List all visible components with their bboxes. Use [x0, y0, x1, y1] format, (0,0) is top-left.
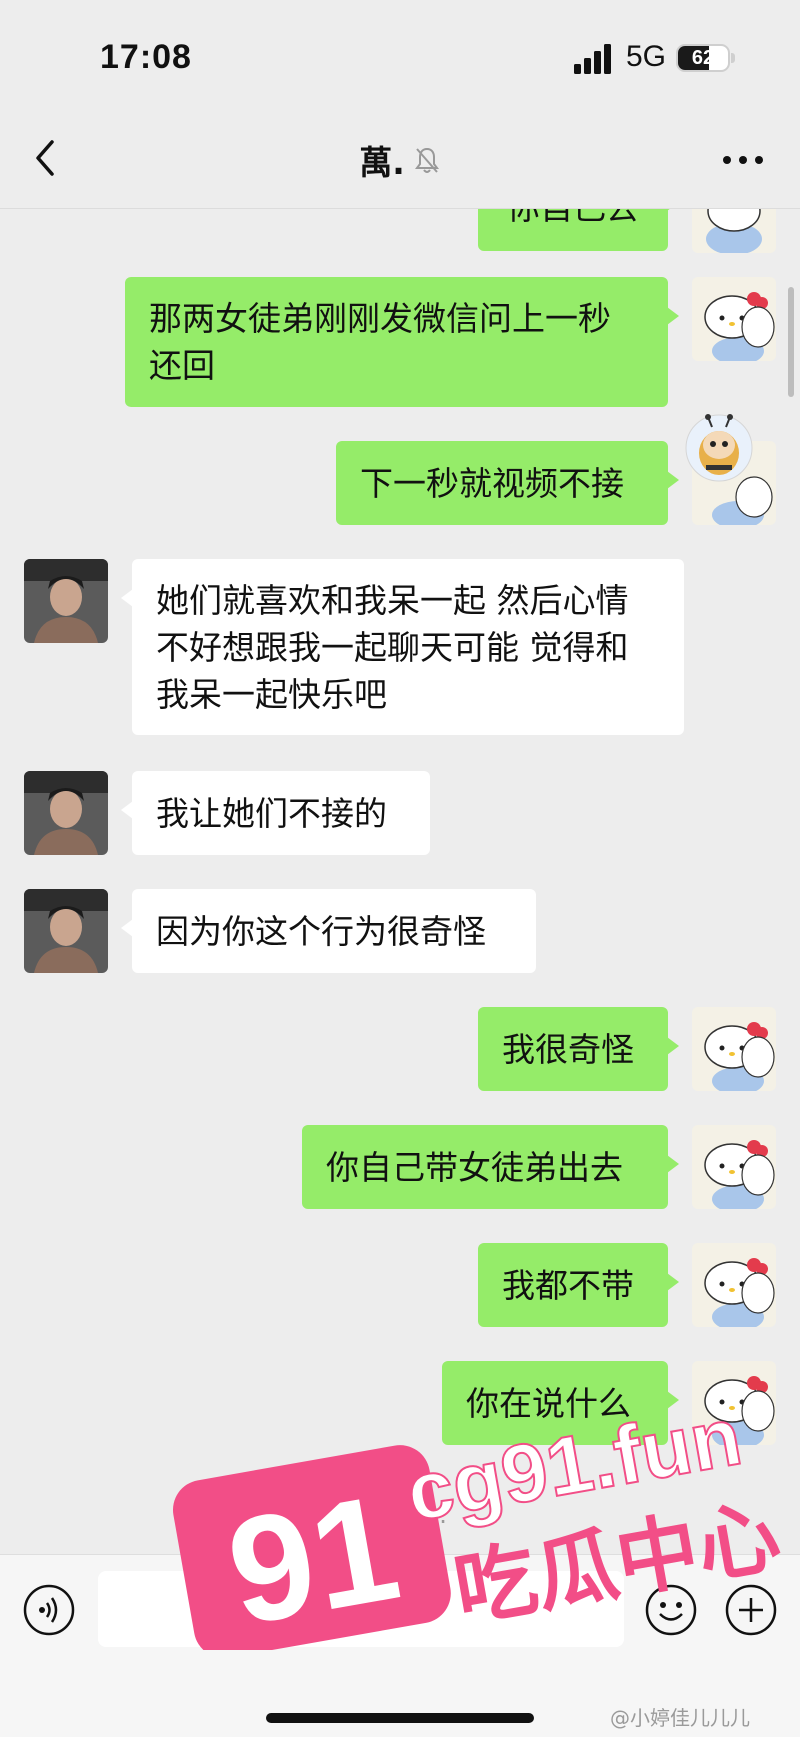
message-line: 还回: [149, 346, 215, 385]
message-bubble-outgoing[interactable]: 你自己带女徒弟出去: [302, 1125, 679, 1209]
contact-avatar[interactable]: [24, 889, 108, 973]
voice-icon[interactable]: [22, 1583, 76, 1637]
message-list[interactable]: 你自己去 那两女徒弟刚刚发微信问上一秒 还回 下一秒就视频不接: [0, 209, 800, 1554]
message-bubble-outgoing[interactable]: 下一秒就视频不接: [336, 441, 679, 525]
message-line: 不好想跟我一起聊天可能 觉得和: [156, 627, 629, 667]
message-line: 她们就喜欢和我呆一起 然后心情: [156, 580, 629, 620]
message-bubble-incoming[interactable]: 因为你这个行为很奇怪: [121, 889, 536, 973]
status-bar: 17:08 5G 62: [0, 0, 800, 110]
message-bubble-outgoing[interactable]: 那两女徒弟刚刚发微信问上一秒 还回: [125, 277, 679, 407]
plus-icon[interactable]: [724, 1583, 778, 1637]
self-avatar[interactable]: [692, 209, 776, 253]
chat-header: 萬.: [0, 110, 800, 209]
home-indicator: [266, 1713, 534, 1723]
contact-avatar[interactable]: [24, 771, 108, 855]
chat-title: 萬.: [359, 143, 405, 182]
battery-level: 62: [691, 47, 715, 69]
bell-off-icon: [414, 147, 439, 173]
message-text: 你在说什么: [466, 1383, 631, 1423]
message-line: 那两女徒弟刚刚发微信问上一秒: [149, 299, 611, 338]
message-text: 因为你这个行为很奇怪: [156, 911, 486, 951]
message-text: 我让她们不接的: [156, 793, 387, 833]
signal-icon: [574, 44, 611, 74]
message-bubble-outgoing[interactable]: 你在说什么: [442, 1361, 679, 1445]
message-text: 下一秒就视频不接: [360, 463, 624, 503]
message-timestamp: 昨天 00:: [352, 1501, 448, 1529]
emoji-icon[interactable]: [644, 1583, 698, 1637]
message-text: 你自己去: [507, 209, 639, 231]
scrollbar[interactable]: [788, 287, 794, 397]
message-text: 我很奇怪: [502, 1029, 634, 1069]
message-input[interactable]: [98, 1571, 624, 1647]
message-text: 你自己带女徒弟出去: [326, 1147, 623, 1187]
battery-cap: [731, 53, 735, 63]
message-bubble-outgoing[interactable]: 我都不带: [478, 1243, 679, 1327]
battery-icon: 62: [676, 44, 730, 72]
more-dots-icon[interactable]: [718, 150, 768, 170]
message-line: 我呆一起快乐吧: [156, 674, 387, 714]
message-bubble-incoming[interactable]: 我让她们不接的: [121, 771, 430, 855]
bee-sticker: [685, 414, 753, 482]
message-bubble-outgoing[interactable]: 你自己去: [478, 209, 679, 251]
self-avatar[interactable]: [692, 277, 776, 361]
weibo-credit: @小婷佳儿儿儿: [610, 1706, 750, 1730]
self-avatar[interactable]: [692, 1243, 776, 1327]
status-time: 17:08: [100, 38, 192, 76]
contact-avatar[interactable]: [24, 559, 108, 643]
message-bubble-outgoing[interactable]: 我很奇怪: [478, 1007, 679, 1091]
self-avatar[interactable]: [692, 1361, 776, 1445]
message-bubble-incoming[interactable]: 她们就喜欢和我呆一起 然后心情 不好想跟我一起聊天可能 觉得和 我呆一起快乐吧: [121, 559, 684, 735]
self-avatar[interactable]: [692, 1007, 776, 1091]
self-avatar[interactable]: [692, 1125, 776, 1209]
network-type: 5G: [626, 40, 667, 73]
chat-title-area[interactable]: 萬.: [0, 136, 800, 184]
message-text: 我都不带: [502, 1265, 634, 1305]
